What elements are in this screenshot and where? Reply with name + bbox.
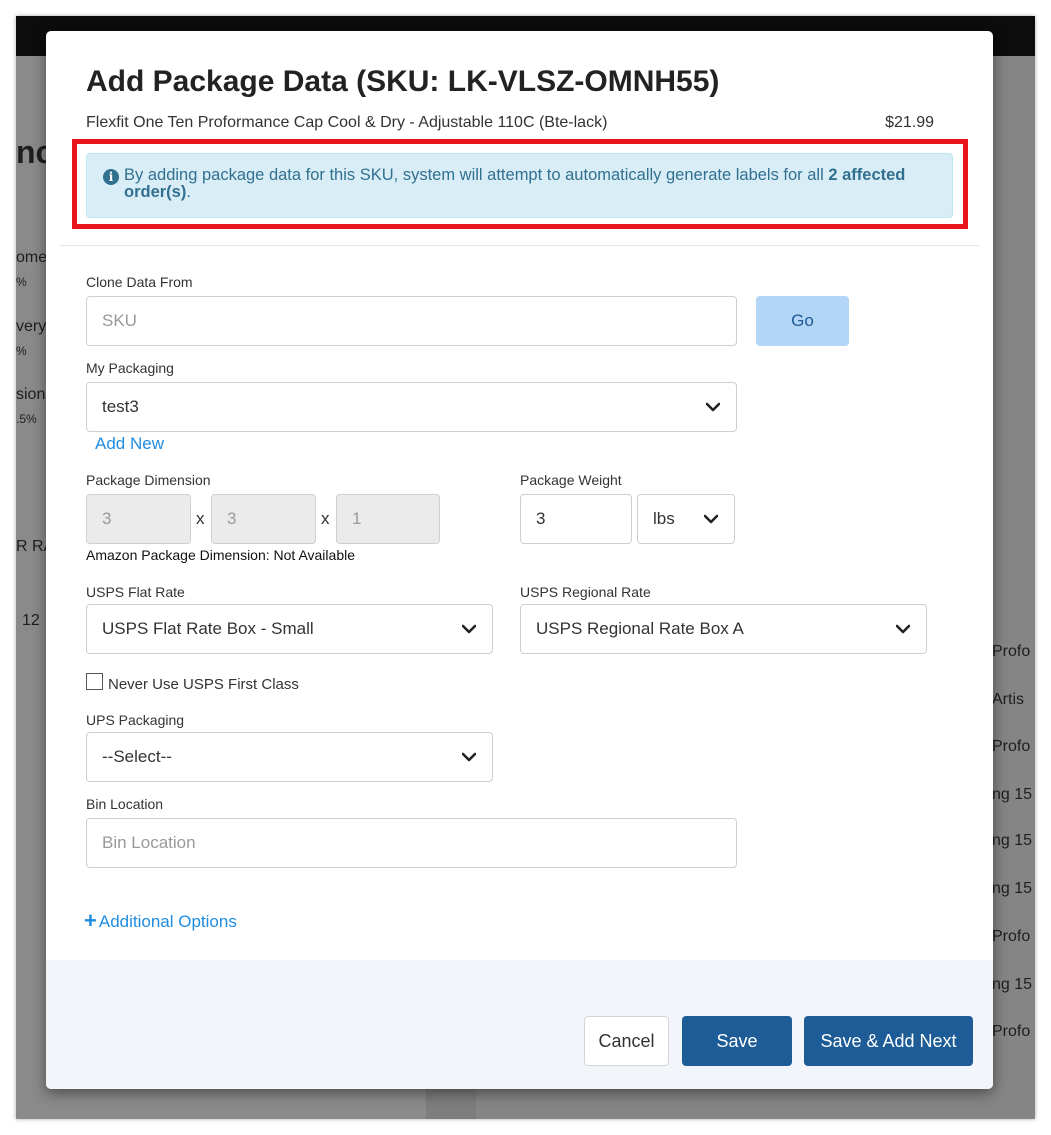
background-row-label: Profo (992, 738, 1031, 755)
background-label: sion (16, 386, 46, 403)
alert-text: By adding package data for this SKU, sys… (124, 166, 829, 184)
weight-unit-select[interactable]: lbs (637, 494, 735, 544)
background-row-label: Artis (992, 691, 1024, 708)
save-and-add-next-button[interactable]: Save & Add Next (804, 1016, 973, 1066)
chevron-down-icon (896, 623, 910, 635)
background-label: ome (16, 249, 48, 266)
product-name: Flexfit One Ten Proformance Cap Cool & D… (86, 114, 608, 131)
usps-flat-rate-value: USPS Flat Rate Box - Small (102, 619, 314, 638)
ups-packaging-value: --Select-- (102, 747, 172, 766)
background-label: 12 (22, 612, 40, 629)
package-dimension-label: Package Dimension (86, 472, 211, 488)
ups-packaging-label: UPS Packaging (86, 712, 185, 728)
background-row-label: ng 15 (992, 786, 1033, 803)
clone-data-label: Clone Data From (86, 274, 193, 290)
alert-text-end: . (186, 183, 191, 201)
background-row-label: Profo (992, 928, 1031, 945)
additional-options-link[interactable]: + Additional Options (84, 908, 237, 934)
package-weight-label: Package Weight (520, 472, 622, 488)
usps-regional-rate-select[interactable]: USPS Regional Rate Box A (520, 604, 927, 654)
background-label: very (16, 318, 47, 335)
background-row-label: Profo (992, 1023, 1031, 1040)
chevron-down-icon (704, 513, 718, 525)
chevron-down-icon (462, 623, 476, 635)
dimension-width-input[interactable]: 3 (211, 494, 316, 544)
info-icon: i (103, 169, 119, 185)
chevron-down-icon (462, 751, 476, 763)
my-packaging-value: test3 (102, 397, 139, 416)
my-packaging-label: My Packaging (86, 360, 174, 376)
dimension-length-input[interactable]: 3 (86, 494, 191, 544)
bin-location-input[interactable]: Bin Location (86, 818, 737, 868)
bin-location-label: Bin Location (86, 796, 164, 812)
background-row-label: Profo (992, 643, 1031, 660)
dialog-footer: Cancel Save Save & Add Next (46, 960, 993, 1089)
additional-options-label: Additional Options (98, 912, 237, 931)
amazon-dimension-note: Amazon Package Dimension: Not Available (86, 547, 356, 563)
dialog-title: Add Package Data (SKU: LK-VLSZ-OMNH55) (86, 65, 720, 98)
info-alert: i By adding package data for this SKU, s… (86, 153, 953, 218)
product-price: $21.99 (885, 114, 934, 131)
background-row-label: ng 15 (992, 880, 1033, 897)
plus-icon: + (84, 908, 97, 933)
ups-packaging-select[interactable]: --Select-- (86, 732, 493, 782)
add-new-packaging-link[interactable]: Add New (95, 434, 164, 454)
header-divider (60, 245, 979, 246)
cancel-button[interactable]: Cancel (584, 1016, 669, 1066)
chevron-down-icon (706, 401, 720, 413)
usps-flat-rate-label: USPS Flat Rate (86, 584, 185, 600)
background-label: % (16, 275, 27, 289)
background-label: .5% (16, 412, 37, 426)
dimension-separator: x (196, 509, 205, 528)
clone-sku-input[interactable]: SKU (86, 296, 737, 346)
weight-unit-value: lbs (653, 509, 675, 528)
usps-regional-rate-label: USPS Regional Rate (520, 584, 651, 600)
dimension-height-input[interactable]: 1 (336, 494, 440, 544)
go-button[interactable]: Go (756, 296, 849, 346)
add-package-data-dialog: Add Package Data (SKU: LK-VLSZ-OMNH55) F… (46, 31, 993, 1089)
background-label: % (16, 344, 27, 358)
usps-regional-rate-value: USPS Regional Rate Box A (536, 619, 744, 638)
never-use-first-class-checkbox[interactable] (86, 673, 103, 690)
package-weight-input[interactable]: 3 (520, 494, 632, 544)
dimension-separator: x (321, 509, 330, 528)
background-row-label: ng 15 (992, 832, 1033, 849)
save-button[interactable]: Save (682, 1016, 792, 1066)
background-row-label: ng 15 (992, 976, 1033, 993)
my-packaging-select[interactable]: test3 (86, 382, 737, 432)
usps-flat-rate-select[interactable]: USPS Flat Rate Box - Small (86, 604, 493, 654)
never-use-first-class-label[interactable]: Never Use USPS First Class (108, 676, 299, 693)
